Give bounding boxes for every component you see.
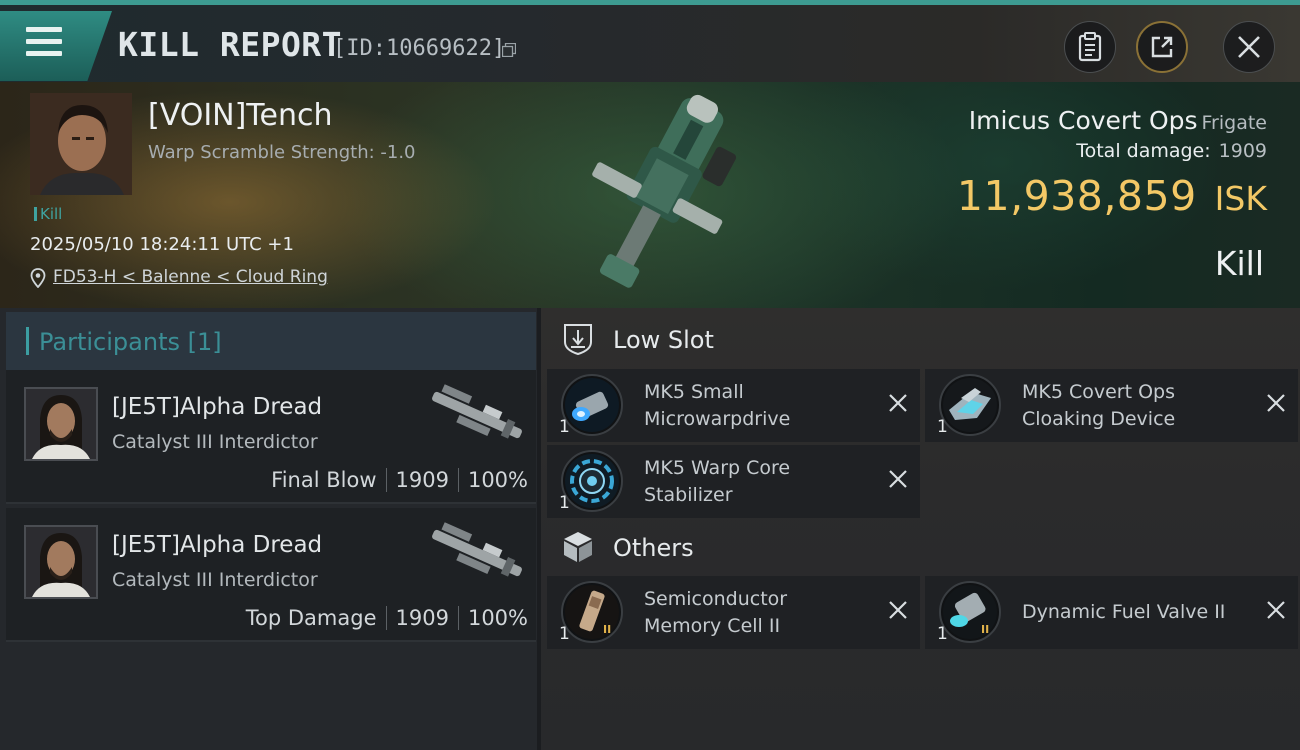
participant-name: [JE5T]Alpha Dread [112, 532, 323, 558]
kill-tag-label: Kill [40, 205, 63, 223]
participants-tab[interactable]: Participants [1] [6, 312, 536, 370]
module-quantity: 1 [559, 624, 570, 644]
warp-scramble-strength: Warp Scramble Strength: -1.0 [148, 142, 416, 163]
participant-row[interactable]: [JE5T]Alpha Dread Catalyst III Interdict… [6, 508, 536, 642]
module-name: MK5 Covert Ops Cloaking Device [1022, 381, 1176, 430]
victim-ship[interactable]: Imicus Covert Ops Frigate [969, 106, 1267, 135]
module-name: Semiconductor Memory Cell II [644, 588, 788, 637]
tier-badge: II [981, 623, 989, 636]
close-button[interactable] [1223, 21, 1275, 73]
portrait-image [30, 93, 132, 195]
kill-timestamp: 2025/05/10 18:24:11 UTC +1 [30, 234, 294, 255]
low-slot-icon [564, 324, 592, 356]
fitting-panel: Low Slot 1 MK5 Small Microwarpdrive 1 MK5… [541, 308, 1300, 750]
participant-avatar [24, 387, 98, 461]
low-slot-title: Low Slot [613, 326, 714, 354]
destroyed-x-icon [1267, 601, 1285, 619]
participant-ship: Catalyst III Interdictor [112, 569, 318, 591]
module-name: MK5 Small Microwarpdrive [644, 381, 791, 430]
clipboard-icon [1078, 32, 1102, 62]
module-quantity: 1 [937, 624, 948, 644]
total-damage-value: 1909 [1218, 140, 1267, 162]
module-quantity: 1 [937, 417, 948, 437]
participant-ship-icon [432, 522, 522, 577]
tier-badge: II [603, 623, 611, 636]
module-warp-core-stabilizer[interactable]: 1 MK5 Warp Core Stabilizer [547, 445, 920, 518]
destroyed-x-icon [889, 601, 907, 619]
microwarpdrive-icon [561, 374, 623, 436]
isk-amount: 11,938,859 [956, 172, 1197, 220]
module-memory-cell[interactable]: II 1 Semiconductor Memory Cell II [547, 576, 920, 649]
clipboard-button[interactable] [1064, 21, 1116, 73]
kill-id: [ID:10669622] [333, 36, 506, 61]
warp-core-stabilizer-icon [561, 450, 623, 512]
cube-icon [564, 532, 592, 562]
participant-role: Top Damage [245, 606, 377, 630]
hamburger-icon [26, 27, 62, 63]
module-microwarpdrive[interactable]: 1 MK5 Small Microwarpdrive [547, 369, 920, 442]
ship-class: Frigate [1201, 112, 1267, 134]
total-damage: Total damage: 1909 [1076, 140, 1267, 162]
participant-percent: 100% [467, 468, 528, 492]
module-name: MK5 Warp Core Stabilizer [644, 457, 791, 506]
top-bar: KILL REPORT [ID:10669622] [0, 0, 1300, 82]
victim-portrait[interactable] [30, 93, 132, 195]
participant-damage: 1909 [395, 468, 449, 492]
participant-stats: Top Damage 1909 100% [246, 606, 528, 630]
destroyed-x-icon [1267, 394, 1285, 412]
location-pin-icon [30, 268, 46, 288]
cloaking-device-icon [939, 374, 1001, 436]
victim-banner: [VOIN]Tench Warp Scramble Strength: -1.0… [0, 82, 1300, 308]
participants-title: Participants [1] [39, 328, 222, 356]
destroyed-x-icon [889, 394, 907, 412]
share-button[interactable] [1136, 21, 1188, 73]
module-fuel-valve[interactable]: II 1 Dynamic Fuel Valve II [925, 576, 1298, 649]
participants-panel: Participants [1] [JE5T]Alpha Dread Catal… [0, 308, 541, 750]
fuel-valve-icon: II [939, 581, 1001, 643]
share-icon [1151, 36, 1173, 58]
copy-icon[interactable] [502, 43, 516, 57]
participant-stats: Final Blow 1909 100% [271, 468, 528, 492]
result-label: Kill [1214, 244, 1264, 283]
victim-ship-render [592, 94, 737, 288]
participant-name: [JE5T]Alpha Dread [112, 394, 323, 420]
module-name: Dynamic Fuel Valve II [1022, 601, 1226, 623]
participant-damage: 1909 [395, 606, 449, 630]
participant-ship-icon [432, 384, 522, 439]
module-quantity: 1 [559, 417, 570, 437]
destroyed-x-icon [889, 470, 907, 488]
total-damage-label: Total damage: [1076, 140, 1211, 162]
memory-cell-icon: II [561, 581, 623, 643]
isk-value: 11,938,859 ISK [957, 172, 1267, 220]
location-link[interactable]: FD53-H < Balenne < Cloud Ring [53, 267, 328, 287]
participant-percent: 100% [467, 606, 528, 630]
participant-role: Final Blow [271, 468, 377, 492]
kill-tag: Kill [34, 205, 62, 223]
menu-button[interactable] [0, 11, 112, 81]
module-quantity: 1 [559, 493, 570, 513]
participant-ship: Catalyst III Interdictor [112, 431, 318, 453]
page-title: KILL REPORT [118, 25, 343, 64]
others-title: Others [613, 534, 694, 562]
participant-row[interactable]: [JE5T]Alpha Dread Catalyst III Interdict… [6, 370, 536, 504]
module-cloaking-device[interactable]: 1 MK5 Covert Ops Cloaking Device [925, 369, 1298, 442]
ship-name: Imicus Covert Ops [968, 106, 1198, 135]
participant-avatar [24, 525, 98, 599]
victim-name[interactable]: [VOIN]Tench [148, 98, 333, 133]
isk-unit: ISK [1214, 179, 1267, 218]
close-icon [1238, 36, 1260, 58]
